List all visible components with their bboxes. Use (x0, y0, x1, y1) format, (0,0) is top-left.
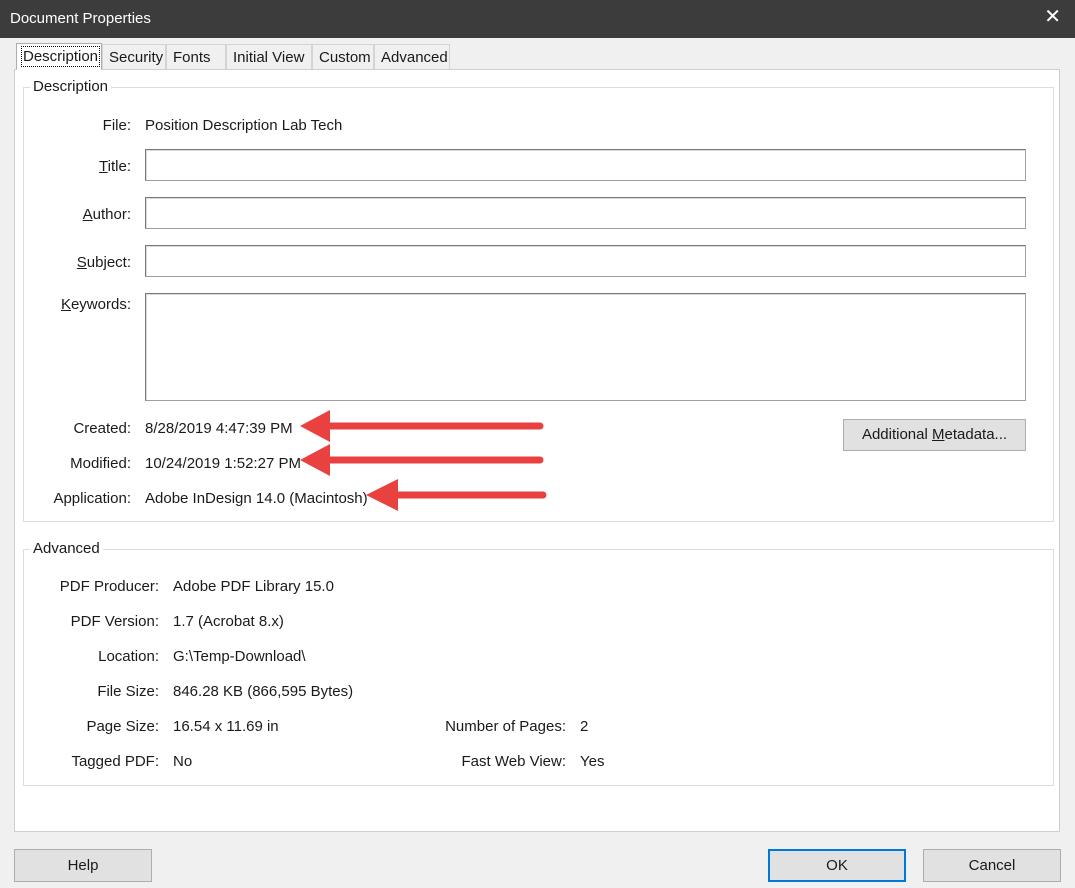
annotation-arrows (300, 410, 547, 511)
application-arrow-icon (366, 479, 547, 511)
modified-arrow-icon (300, 444, 544, 476)
tab-description[interactable]: Description (16, 43, 102, 70)
help-button[interactable]: Help (14, 849, 152, 882)
cancel-button[interactable]: Cancel (923, 849, 1061, 882)
ok-button[interactable]: OK (768, 849, 906, 882)
annotation-arrow-group (300, 410, 547, 511)
created-arrow-icon (300, 410, 544, 442)
